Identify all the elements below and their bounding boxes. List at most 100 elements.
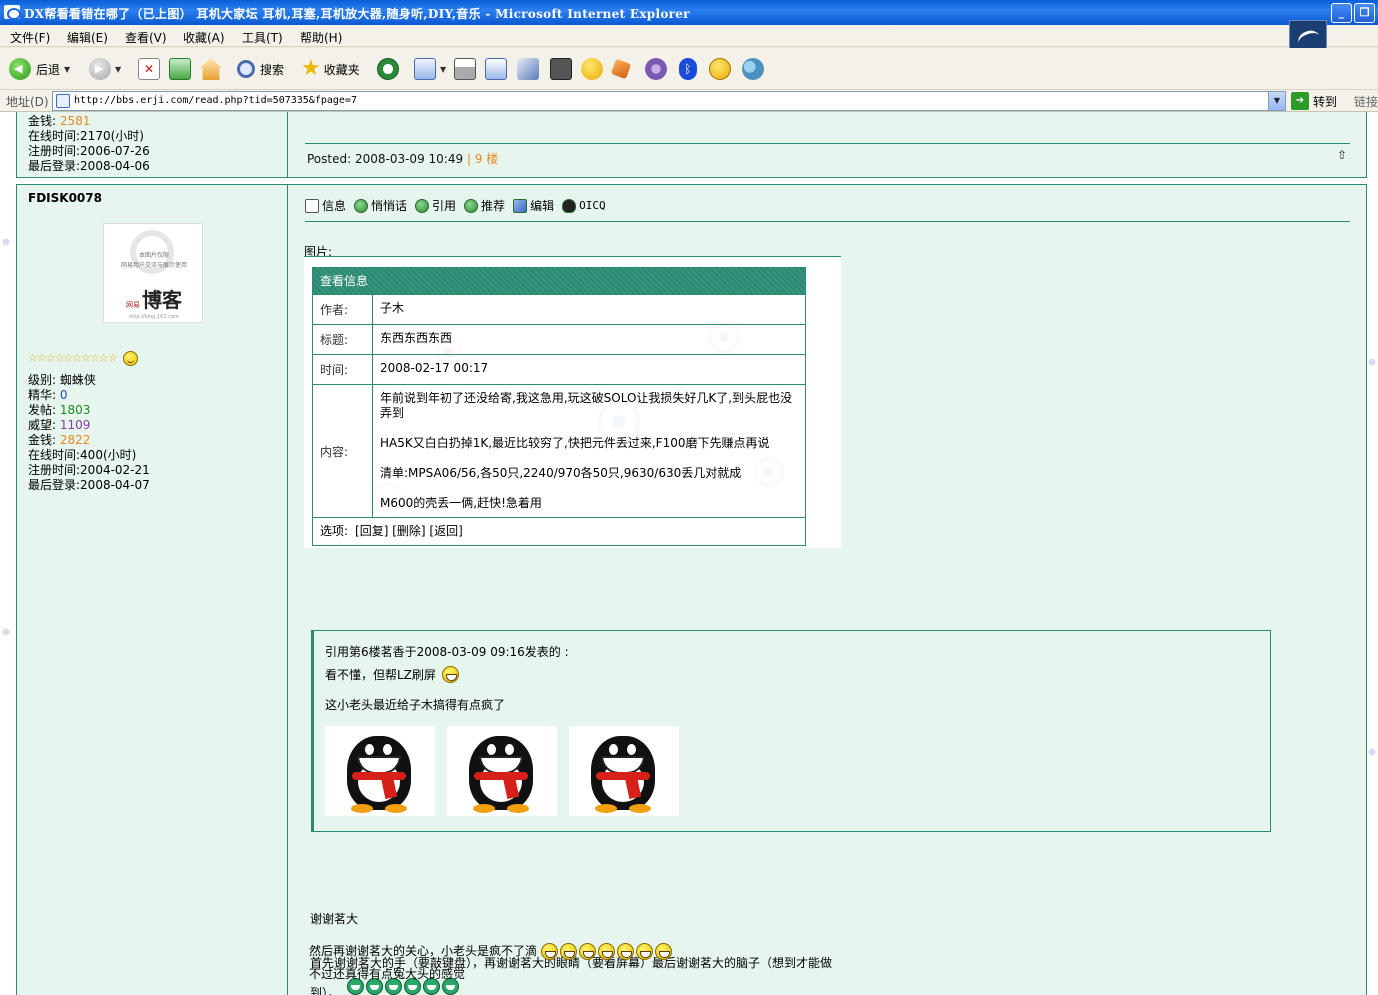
post-actions: 信息 悄悄话 引用 推荐 编辑 OICQ [305,197,606,214]
ie-icon [4,5,21,20]
quote-line: 这小老头最近给子木搞得有点疯了 [325,698,506,712]
penguin-eye [505,744,514,755]
prestige-label: 威望: [28,418,57,432]
avatar-brand-red: 网易 [126,301,140,309]
action-edit[interactable]: 编辑 [513,197,554,214]
go-button[interactable]: ➔ 转到 [1291,92,1337,110]
action-label: 推荐 [481,199,506,213]
avatar-url: http://blog.163.com [129,314,179,320]
action-recommend[interactable]: 推荐 [464,197,505,214]
last-login: 最后登录:2008-04-07 [28,478,150,492]
forward-arrow-icon [89,58,111,80]
attached-screenshot[interactable]: 查看信息 作者: 子木 标题: 东西东西东西 时间: 2008-02-17 00… [304,256,841,548]
author-value: 子木 [380,301,405,315]
gear-icon [645,58,667,80]
tool-button-3[interactable] [610,56,632,82]
tag-icon [610,58,632,80]
smiley-icon [578,943,596,960]
action-oicq[interactable]: OICQ [562,198,606,213]
action-info[interactable]: 信息 [305,197,346,214]
edit-page-icon [485,58,507,80]
tool-button-6[interactable] [742,56,764,82]
star-icons: ☆☆☆☆☆☆☆☆☆☆ [28,351,118,365]
tool-button-2[interactable] [581,56,603,82]
edit-icon [513,198,528,213]
action-quote[interactable]: 引用 [415,197,456,214]
back-label: 后退 [36,62,61,77]
chevron-down-icon[interactable]: ▼ [115,65,121,74]
penguin-scarf [352,772,406,780]
penguin-eye [487,744,496,755]
back-button[interactable]: 后退 ▼ [9,56,70,82]
address-label: 地址(D) [6,95,49,109]
address-input[interactable]: http://bbs.erji.com/read.php?tid=507335&… [52,91,1286,111]
search-label: 搜索 [260,62,285,77]
content-line: HA5K又白白扔掉1K,最近比较穷了,快把元件丢过来,F100磨下先赚点再说 [380,436,770,450]
quote-header: 引用第6楼茗香于2008-03-09 09:16发表的 : [325,645,569,659]
time-label: 时间: [313,355,373,384]
menu-favorites[interactable]: 收藏(A) [183,29,225,46]
avatar: 本图片仅限 网易用户交流与展示使用 网易 博客 http://blog.163.… [103,223,203,323]
action-message[interactable]: 悄悄话 [354,197,407,214]
title-bar: DX帮看看错在哪了（已上图） 耳机大家坛 耳机,耳塞,耳机放大器,随身听,DIY… [0,0,1378,25]
stop-button[interactable]: ✕ [138,56,160,82]
forward-button[interactable]: ▼ [89,56,121,82]
floor-link[interactable]: 9 楼 [475,152,498,166]
window-title: DX帮看看错在哪了（已上图） 耳机大家坛 耳机,耳塞,耳机放大器,随身听,DIY… [24,7,690,21]
menu-edit[interactable]: 编辑(E) [67,29,108,46]
avatar-caption-1: 本图片仅限 [138,252,169,259]
stop-icon: ✕ [138,58,160,80]
money-value: 2822 [59,433,91,447]
chevron-down-icon[interactable]: ▼ [1268,92,1285,110]
essence-value: 0 [59,388,68,402]
penguin-emoticon [325,726,435,816]
penguin-eye [627,744,636,755]
action-label: 信息 [322,199,347,213]
home-button[interactable] [200,56,222,82]
chevron-down-icon[interactable]: ▼ [64,65,70,74]
maximize-button[interactable]: ❐ [1354,3,1375,23]
page-viewport[interactable]: 金钱: 2581 在线时间:2170(小时) 注册时间:2006-07-26 最… [0,112,1378,995]
quote-line: 看不懂，但帮LZ刷屏 [325,666,461,683]
links-button[interactable]: 链接 [1354,93,1378,110]
menu-view[interactable]: 查看(V) [125,29,167,46]
menu-file[interactable]: 文件(F) [10,29,50,46]
favorites-button[interactable]: ★ 收藏夹 [301,56,360,82]
qq-penguin-icon [562,198,577,213]
table-row: 作者: 子木 [313,294,805,324]
back-to-top-icon[interactable]: ⇧ [1337,148,1351,162]
edit-page-button[interactable] [485,56,507,82]
avatar-caption-2: 网易用户交流与展示使用 [120,262,187,269]
print-button[interactable] [454,56,476,82]
search-button[interactable]: 搜索 [237,56,284,82]
toolbar: 后退 ▼ ▼ ✕ 搜索 ★ 收藏夹 ▼ [0,48,1378,90]
action-label: 悄悄话 [371,199,408,213]
post: FDISK0078 本图片仅限 网易用户交流与展示使用 网易 博客 http:/… [16,184,1367,995]
search-icon [237,60,255,78]
tool-button-4[interactable] [645,56,667,82]
table-row: 选项: [回复] [删除] [返回] [313,517,805,545]
bluetooth-button[interactable]: ᛒ [679,56,697,82]
smiley-icon [709,58,731,80]
tool-button-1[interactable] [550,56,572,82]
messenger-button[interactable] [517,56,539,82]
tool-button-5[interactable] [709,56,731,82]
menu-tools[interactable]: 工具(T) [242,29,283,46]
money-label: 金钱: [28,433,57,447]
refresh-button[interactable] [169,56,191,82]
mail-button[interactable]: ▼ [414,56,446,82]
chevron-down-icon[interactable]: ▼ [440,65,446,74]
smiley-icon [441,666,459,683]
address-url[interactable]: http://bbs.erji.com/read.php?tid=507335&… [74,95,357,106]
message-line: 不过还真得有点冤大头的感觉 [309,967,466,981]
author-label: 作者: [313,295,373,324]
penguin-scarf [474,772,528,780]
money-label: 金钱: [28,114,57,128]
history-button[interactable] [377,56,399,82]
rank-stars: ☆☆☆☆☆☆☆☆☆☆ [28,351,139,366]
minimize-button[interactable]: _ [1331,3,1352,23]
menu-help[interactable]: 帮助(H) [300,29,342,46]
username[interactable]: FDISK0078 [28,191,102,205]
address-bar: 地址(D) http://bbs.erji.com/read.php?tid=5… [0,90,1378,112]
avatar-brand: 博客 [142,288,182,312]
